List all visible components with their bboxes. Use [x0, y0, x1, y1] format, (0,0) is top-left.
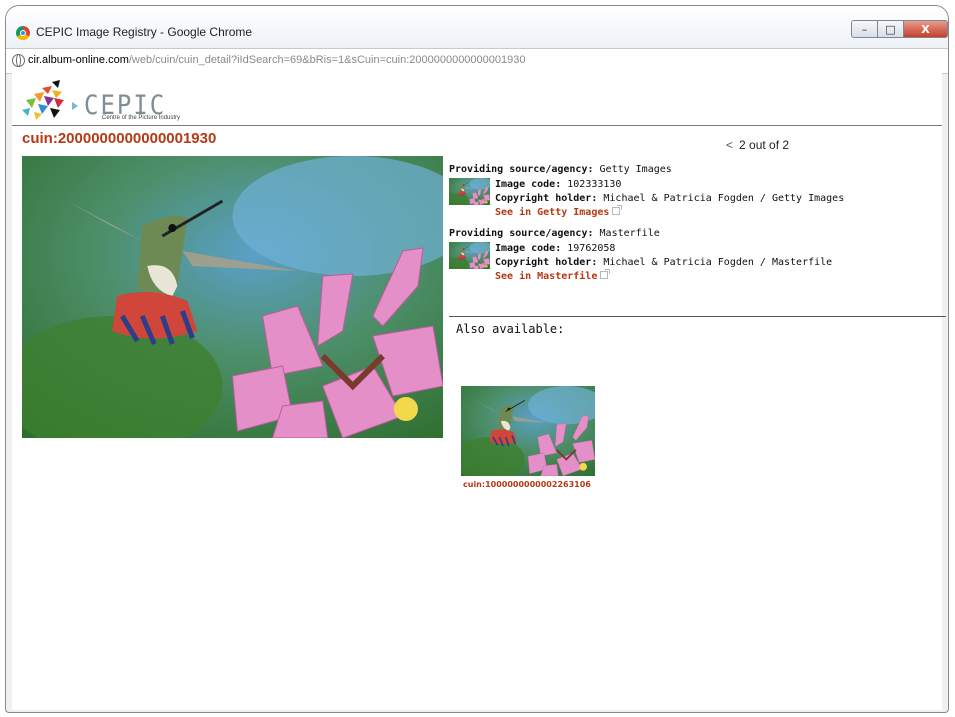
- source-row-2: Image code: 19762058 Copyright holder: M…: [449, 242, 939, 292]
- holder-label: Copyright holder:: [495, 257, 598, 268]
- thumbnail-image: [461, 386, 595, 476]
- maximize-button[interactable]: □: [878, 20, 904, 38]
- see-in-getty-link[interactable]: See in Getty Images: [495, 207, 609, 218]
- holder-value: Michael & Patricia Fogden / Masterfile: [603, 257, 833, 268]
- code-value: 19762058: [567, 243, 616, 254]
- pager-text: 2 out of 2: [739, 138, 790, 152]
- code-label: Image code:: [495, 243, 562, 254]
- pager: <2 out of 2: [726, 138, 789, 152]
- title-bar[interactable]: CEPIC Image Registry - Google Chrome – □…: [6, 6, 948, 48]
- also-available-thumbnail[interactable]: [461, 386, 595, 476]
- hummingbird-image: [22, 156, 443, 438]
- source-agency-2: Providing source/agency: Masterfile: [449, 228, 939, 239]
- url-host: cir.album-online.com: [28, 54, 129, 66]
- agency-value: Getty Images: [599, 164, 672, 175]
- source-agency-1: Providing source/agency: Getty Images: [449, 164, 939, 175]
- source-info-1: Image code: 102333130 Copyright holder: …: [495, 178, 844, 220]
- chrome-icon: [16, 26, 30, 40]
- also-available-link[interactable]: cuin:1000000000002263106: [463, 480, 591, 489]
- source-thumbnail-1[interactable]: [449, 178, 490, 205]
- code-value: 102333130: [567, 179, 622, 190]
- browser-window: CEPIC Image Registry - Google Chrome – □…: [5, 5, 949, 713]
- url-path: /web/cuin/cuin_detail?iIdSearch=69&bRis=…: [128, 54, 526, 66]
- also-available-heading: Also available:: [456, 322, 565, 336]
- address-bar[interactable]: cir.album-online.com/web/cuin/cuin_detai…: [6, 48, 948, 74]
- section-divider: [449, 316, 946, 317]
- see-in-masterfile-link[interactable]: See in Masterfile: [495, 271, 597, 282]
- page-content: CEPIC Centre of the Picture Industry cui…: [12, 72, 946, 710]
- cepic-logo[interactable]: CEPIC Centre of the Picture Industry: [22, 80, 192, 122]
- window-controls: – □ X: [851, 20, 948, 38]
- sources-panel: Providing source/agency: Getty Images Im…: [449, 164, 939, 292]
- logo-mark-icon: [22, 80, 64, 120]
- header-divider: [12, 125, 942, 126]
- agency-value: Masterfile: [599, 228, 660, 239]
- logo-subtitle: Centre of the Picture Industry: [102, 115, 181, 121]
- source-info-2: Image code: 19762058 Copyright holder: M…: [495, 242, 832, 284]
- minimize-button[interactable]: –: [851, 20, 878, 38]
- agency-label: Providing source/agency:: [449, 228, 594, 239]
- logo-arrow-icon: [72, 102, 78, 110]
- thumbnail-image: [449, 242, 490, 269]
- thumbnail-image: [449, 178, 490, 205]
- close-button[interactable]: X: [904, 20, 948, 38]
- source-thumbnail-2[interactable]: [449, 242, 490, 269]
- external-link-icon: [600, 269, 611, 279]
- code-label: Image code:: [495, 179, 562, 190]
- main-image[interactable]: [22, 156, 443, 438]
- holder-value: Michael & Patricia Fogden / Getty Images: [603, 193, 845, 204]
- page-title: cuin:2000000000000001930: [22, 130, 217, 147]
- prev-arrow-icon[interactable]: <: [726, 138, 733, 152]
- holder-label: Copyright holder:: [495, 193, 598, 204]
- url-text[interactable]: cir.album-online.com/web/cuin/cuin_detai…: [28, 54, 525, 66]
- globe-icon: [12, 54, 25, 67]
- external-link-icon: [612, 205, 623, 215]
- agency-label: Providing source/agency:: [449, 164, 594, 175]
- window-title: CEPIC Image Registry - Google Chrome: [36, 25, 253, 39]
- source-row-1: Image code: 102333130 Copyright holder: …: [449, 178, 939, 228]
